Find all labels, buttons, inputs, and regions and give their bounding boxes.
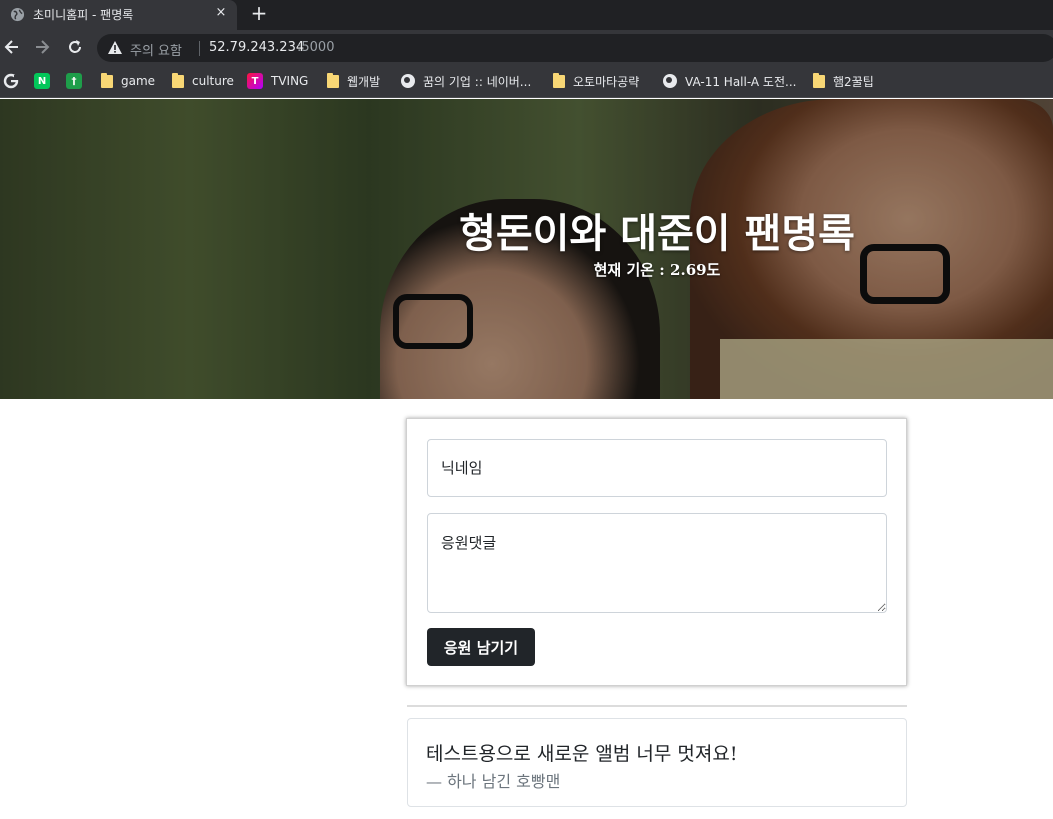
bookmark-label: 웹개발	[347, 74, 381, 89]
temperature-label: 현재 기온 : 2.69도	[593, 261, 721, 279]
bookmark-naver-career[interactable]: 꿈의 기업 :: 네이버...	[401, 72, 531, 90]
reload-icon[interactable]	[65, 37, 85, 57]
folder-icon	[101, 72, 113, 88]
bookmark-webdev[interactable]: 웹개발	[327, 72, 380, 90]
hero-banner: 형돈이와 대준이 팬명록 현재 기온 : 2.69도	[0, 99, 1053, 399]
bookmark-naver[interactable]: N	[34, 72, 50, 90]
bookmark-tving[interactable]: T TVING	[247, 72, 308, 90]
bookmark-plus-app[interactable]: †	[66, 72, 82, 90]
browser-tabstrip: 초미니홈피 - 팬명록 × +	[0, 0, 1053, 30]
bookmark-va11halla[interactable]: VA-11 Hall-A 도전...	[663, 72, 796, 90]
page-title: 형돈이와 대준이 팬명록	[459, 210, 855, 257]
globe-icon	[10, 7, 25, 22]
comment-textarea[interactable]	[427, 513, 887, 613]
bookmark-automata[interactable]: 오토마타공략	[553, 72, 639, 90]
bookmark-culture[interactable]: culture	[172, 72, 234, 90]
tving-icon: T	[247, 73, 263, 89]
folder-icon	[172, 72, 184, 88]
globe-icon	[401, 74, 415, 88]
bookmark-label: TVING	[271, 74, 309, 88]
bookmark-label: 꿈의 기업 :: 네이버...	[423, 74, 532, 89]
folder-icon	[813, 72, 825, 88]
comment-author: — 하나 남긴 호빵맨	[426, 772, 561, 791]
bookmark-google[interactable]	[3, 72, 19, 90]
close-tab-icon[interactable]: ×	[213, 5, 229, 21]
bookmark-label: culture	[192, 74, 234, 88]
bookmark-label: game	[121, 74, 156, 88]
globe-icon	[663, 74, 677, 88]
back-arrow-icon[interactable]	[2, 37, 22, 57]
guestbook-form: 응원 남기기	[406, 418, 907, 686]
omnibox-separator	[199, 41, 200, 56]
bookmark-label: 오토마타공략	[573, 74, 640, 89]
bookmark-label: VA-11 Hall-A 도전...	[685, 74, 797, 89]
folder-icon	[327, 72, 339, 88]
plus-app-icon: †	[66, 73, 82, 89]
bookmark-ham2[interactable]: 햄2꿀팁	[813, 72, 874, 90]
submit-comment-button[interactable]: 응원 남기기	[427, 628, 535, 666]
forward-arrow-icon[interactable]	[32, 37, 52, 57]
comment-text: 테스트용으로 새로운 앨범 너무 멋져요!	[426, 743, 738, 765]
address-bar[interactable]: 주의 요함 52.79.243.234 :5000	[97, 34, 1053, 62]
warning-icon[interactable]	[107, 40, 123, 56]
bookmark-label: 햄2꿀팁	[833, 74, 874, 89]
new-tab-button[interactable]: +	[249, 3, 269, 23]
nickname-input[interactable]	[427, 439, 887, 497]
url-host: 52.79.243.234	[209, 40, 305, 55]
comment-card: 테스트용으로 새로운 앨범 너무 멋져요! — 하나 남긴 호빵맨	[407, 718, 907, 807]
url-port: :5000	[297, 40, 335, 55]
browser-toolbar: 주의 요함 52.79.243.234 :5000	[0, 30, 1053, 65]
security-warning-label[interactable]: 주의 요함	[130, 40, 182, 59]
section-divider	[407, 705, 907, 707]
bookmarks-bar: N † game culture T TVING 웹개발 꿈의 기업 :: 네이…	[0, 65, 1053, 98]
naver-icon: N	[34, 73, 50, 89]
google-icon	[3, 73, 19, 89]
browser-tab-active[interactable]: 초미니홈피 - 팬명록 ×	[0, 0, 237, 30]
bookmark-game[interactable]: game	[101, 72, 155, 90]
folder-icon	[553, 72, 565, 88]
tab-title: 초미니홈피 - 팬명록	[33, 8, 134, 22]
